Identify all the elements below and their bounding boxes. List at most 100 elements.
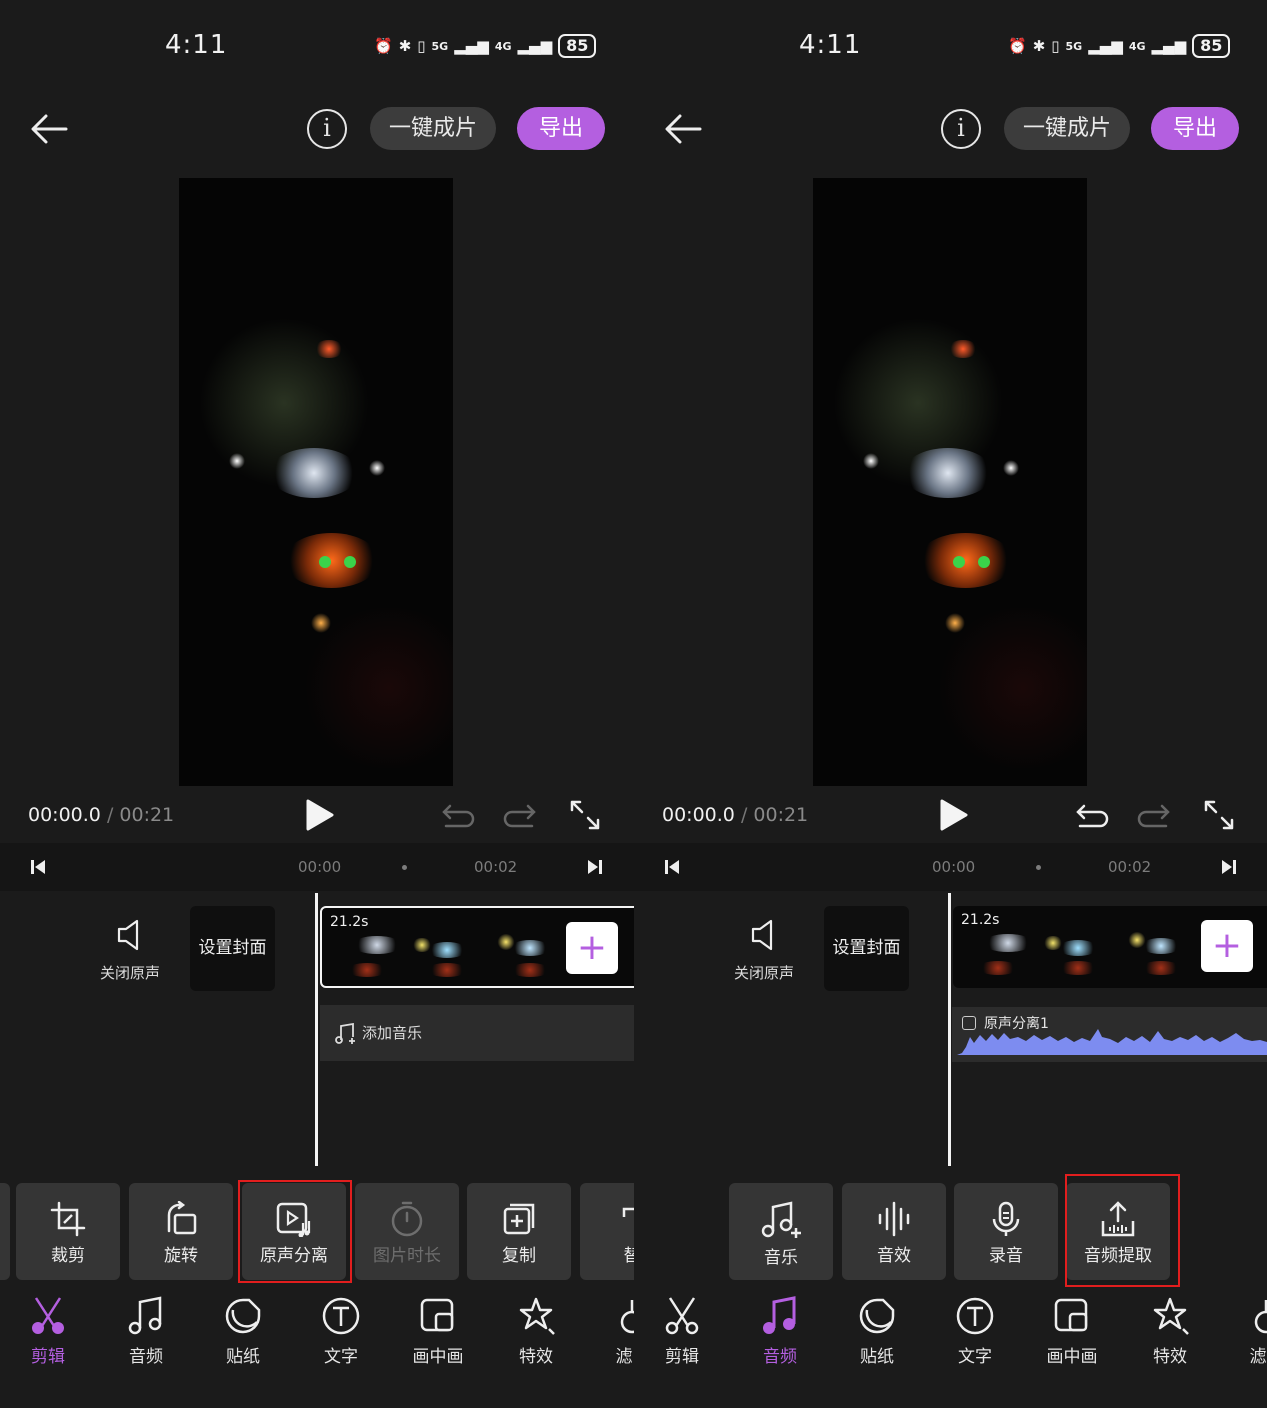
tool-label: 复制 <box>502 1246 536 1266</box>
add-clip-button[interactable]: + <box>566 922 618 974</box>
rotate-button[interactable]: 旋转 <box>129 1183 233 1280</box>
crop-icon <box>50 1201 86 1237</box>
filter-icon <box>620 1300 634 1334</box>
tool-label: 旋转 <box>164 1246 198 1266</box>
set-cover-button[interactable]: 设置封面 <box>824 906 909 991</box>
nav-edit[interactable]: 剪辑 <box>8 1296 88 1367</box>
skip-to-start-icon[interactable] <box>664 859 680 875</box>
sound-effect-button[interactable]: 音效 <box>842 1183 946 1280</box>
tick-label: 00:02 <box>474 858 518 876</box>
undo-icon[interactable] <box>440 801 476 829</box>
nav-label: 滤 <box>1249 1347 1267 1367</box>
nav-label: 画中画 <box>412 1347 464 1367</box>
add-clip-button[interactable]: + <box>1201 920 1253 972</box>
nav-audio[interactable]: 音频 <box>106 1296 186 1367</box>
play-icon[interactable] <box>936 798 970 832</box>
one-click-video-button[interactable]: 一键成片 <box>1004 107 1130 150</box>
music-button[interactable]: 音乐 <box>729 1183 833 1280</box>
nav-effects[interactable]: 特效 <box>1130 1296 1210 1367</box>
back-arrow-icon[interactable] <box>28 108 70 150</box>
timeline-ruler[interactable]: 00:00 00:02 <box>634 843 1267 891</box>
fullscreen-icon[interactable] <box>568 798 602 832</box>
tick-dot <box>1036 865 1041 870</box>
back-arrow-icon[interactable] <box>662 108 704 150</box>
time-separator: / <box>740 804 748 826</box>
redo-icon[interactable] <box>502 801 538 829</box>
alarm-icon: ⏰ <box>374 37 393 55</box>
video-preview[interactable] <box>813 178 1087 786</box>
video-clip-track[interactable]: 21.2s + <box>953 906 1267 988</box>
nav-edit[interactable]: 剪辑 <box>642 1296 722 1367</box>
playhead[interactable] <box>948 893 951 1166</box>
playback-time: 00:00.0 / 00:21 <box>662 804 808 826</box>
tool-partial[interactable] <box>0 1183 10 1280</box>
tool-label: 音乐 <box>764 1248 798 1268</box>
crop-button[interactable]: 裁剪 <box>16 1183 120 1280</box>
nav-label: 剪辑 <box>31 1347 65 1367</box>
nav-text[interactable]: 文字 <box>301 1296 381 1367</box>
export-button[interactable]: 导出 <box>1151 107 1239 150</box>
highlight-box <box>238 1180 352 1283</box>
image-duration-button[interactable]: 图片时长 <box>355 1183 459 1280</box>
one-click-video-button[interactable]: 一键成片 <box>370 107 496 150</box>
time-separator: / <box>106 804 114 826</box>
status-time: 4:11 <box>799 30 862 60</box>
set-cover-button[interactable]: 设置封面 <box>190 906 275 991</box>
info-icon[interactable]: i <box>307 109 347 149</box>
timeline-ruler[interactable]: 00:00 00:02 <box>0 843 634 891</box>
speaker-icon <box>751 919 773 951</box>
nav-label: 特效 <box>1153 1347 1187 1367</box>
music-add-icon <box>761 1201 801 1238</box>
copy-button[interactable]: 复制 <box>467 1183 571 1280</box>
nav-sticker[interactable]: 贴纸 <box>837 1296 917 1367</box>
clip-duration: 21.2s <box>961 912 1000 928</box>
video-preview[interactable] <box>179 178 453 786</box>
editor-screen-left: 4:11 ⏰ ✱ ▯ 5G ▂▄▆ 4G ▂▄▆ 85 i 一键成片 导出 00… <box>0 0 634 1408</box>
nav-sticker[interactable]: 贴纸 <box>203 1296 283 1367</box>
export-button[interactable]: 导出 <box>517 107 605 150</box>
battery-level: 85 <box>1192 34 1231 58</box>
nav-label: 贴纸 <box>226 1347 260 1367</box>
nav-audio[interactable]: 音频 <box>740 1296 820 1367</box>
scissors-icon <box>32 1297 64 1334</box>
nav-filter[interactable]: 滤 <box>1218 1296 1267 1367</box>
nav-text[interactable]: 文字 <box>935 1296 1015 1367</box>
skip-to-end-icon[interactable] <box>587 859 603 875</box>
add-music-button[interactable]: 添加音乐 <box>320 1005 634 1061</box>
nav-label: 文字 <box>958 1347 992 1367</box>
copy-icon <box>503 1203 535 1235</box>
status-icons: ⏰ ✱ ▯ 5G ▂▄▆ 4G ▂▄▆ 85 <box>1008 34 1231 58</box>
total-time: 00:21 <box>753 804 809 826</box>
nav-pip[interactable]: 画中画 <box>398 1296 478 1367</box>
tool-label: 音效 <box>877 1246 911 1266</box>
effects-icon <box>1153 1297 1189 1335</box>
current-time: 00:00.0 <box>28 804 101 826</box>
audio-waveform <box>957 1029 1267 1055</box>
play-icon[interactable] <box>302 798 336 832</box>
tick-dot <box>402 865 407 870</box>
nav-effects[interactable]: 特效 <box>496 1296 576 1367</box>
tick-label: 00:02 <box>1108 858 1152 876</box>
mute-original-sound-button[interactable]: 关闭原声 <box>90 918 170 983</box>
undo-icon[interactable] <box>1074 801 1110 829</box>
network-4g-label: 4G <box>494 39 512 53</box>
tool-label: 录音 <box>989 1246 1023 1266</box>
nav-label: 画中画 <box>1046 1347 1098 1367</box>
skip-to-start-icon[interactable] <box>30 859 46 875</box>
nav-label: 滤 <box>615 1347 633 1367</box>
record-button[interactable]: 录音 <box>954 1183 1058 1280</box>
playhead[interactable] <box>315 893 318 1166</box>
skip-to-end-icon[interactable] <box>1221 859 1237 875</box>
nav-pip[interactable]: 画中画 <box>1032 1296 1112 1367</box>
video-clip-track[interactable]: 21.2s + <box>320 906 634 988</box>
total-time: 00:21 <box>119 804 175 826</box>
redo-icon[interactable] <box>1136 801 1172 829</box>
info-icon[interactable]: i <box>941 109 981 149</box>
audio-track[interactable]: 原声分离1 <box>952 1007 1267 1062</box>
replace-button[interactable]: 替 <box>580 1183 634 1280</box>
tick-label: 00:00 <box>298 858 342 876</box>
nav-filter[interactable]: 滤 <box>584 1296 634 1367</box>
fullscreen-icon[interactable] <box>1202 798 1236 832</box>
mute-original-sound-button[interactable]: 关闭原声 <box>724 918 804 983</box>
bluetooth-icon: ✱ <box>398 37 412 55</box>
